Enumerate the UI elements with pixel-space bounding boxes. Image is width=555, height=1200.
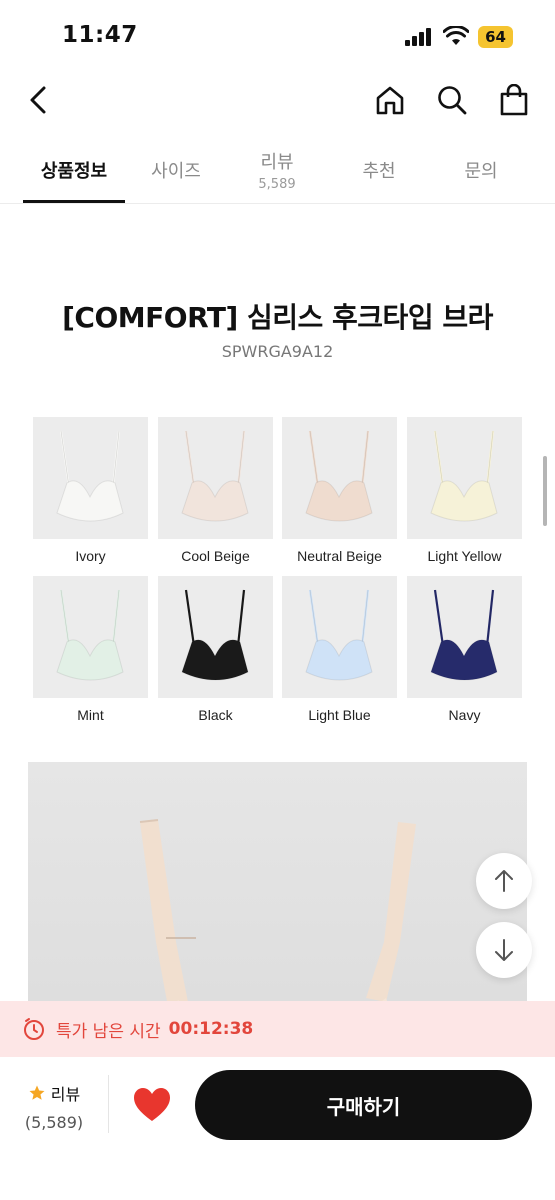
swatch-image [407, 417, 522, 539]
color-swatch[interactable]: Neutral Beige [282, 417, 397, 564]
bra-icon [430, 430, 498, 522]
tab-label: 문의 [464, 161, 498, 182]
wifi-icon [443, 26, 469, 45]
divider [108, 1075, 109, 1133]
swatch-image [407, 576, 522, 698]
bottom-action-bar: 리뷰 (5,589) 구매하기 [0, 1057, 555, 1200]
swatch-label: Light Yellow [427, 548, 502, 564]
home-icon[interactable] [370, 80, 410, 120]
tab-review-count: 5,589 [258, 177, 296, 192]
tab-recommend[interactable]: 추천 [328, 136, 430, 204]
swatch-label: Light Blue [308, 707, 371, 723]
arrow-down-icon [495, 939, 513, 961]
swatch-image [158, 576, 273, 698]
swatch-image [33, 417, 148, 539]
search-icon[interactable] [432, 80, 472, 120]
product-title: [COMFORT] 심리스 후크타입 브라 [62, 301, 493, 334]
swatch-label: Black [198, 707, 233, 723]
swatch-label: Navy [448, 707, 481, 723]
product-code: SPWRGA9A12 [221, 342, 334, 361]
scrollbar[interactable] [543, 456, 547, 526]
color-swatch[interactable]: Cool Beige [158, 417, 273, 564]
sale-timer-banner: 특가 남은 시간 00:12:38 [0, 1001, 555, 1057]
review-count: (5,589) [24, 1113, 84, 1132]
tab-label: 사이즈 [151, 161, 201, 182]
swatch-label: Cool Beige [181, 548, 250, 564]
color-swatch[interactable]: Black [158, 576, 273, 723]
swatch-image [282, 417, 397, 539]
tab-size[interactable]: 사이즈 [125, 136, 227, 204]
arrow-up-icon [495, 870, 513, 892]
bra-icon [56, 430, 124, 522]
heart-icon[interactable] [133, 1087, 171, 1123]
swatch-image [158, 417, 273, 539]
timer-value: 00:12:38 [168, 1019, 254, 1039]
active-tab-indicator [23, 200, 125, 203]
signal-icon [405, 28, 435, 46]
tab-bar: 상품정보 사이즈 리뷰 5,589 추천 문의 [0, 136, 555, 204]
color-swatch[interactable]: Light Yellow [407, 417, 522, 564]
review-label: 리뷰 [50, 1085, 81, 1104]
swatch-label: Neutral Beige [297, 548, 382, 564]
clock-icon [24, 1018, 44, 1040]
bra-icon [56, 589, 124, 681]
swatch-image [282, 576, 397, 698]
tab-label: 추천 [362, 161, 396, 182]
bra-icon [181, 430, 249, 522]
swatch-label: Ivory [75, 548, 106, 564]
tab-review[interactable]: 리뷰 5,589 [227, 136, 327, 204]
color-swatch[interactable]: Light Blue [282, 576, 397, 723]
swatch-label: Mint [77, 707, 104, 723]
bra-icon [305, 430, 373, 522]
bra-icon [181, 589, 249, 681]
status-time: 11:47 [62, 22, 138, 48]
chevron-left-icon[interactable] [18, 80, 58, 120]
scroll-top-button[interactable] [476, 853, 532, 909]
tab-inquiry[interactable]: 문의 [430, 136, 532, 204]
bra-icon [305, 589, 373, 681]
status-bar: 11:47 64 [0, 0, 555, 70]
color-swatch[interactable]: Mint [33, 576, 148, 723]
tab-product-info[interactable]: 상품정보 [23, 136, 125, 204]
nav-bar [0, 70, 555, 130]
bra-icon [430, 589, 498, 681]
star-icon [29, 1085, 45, 1100]
color-swatch[interactable]: Ivory [33, 417, 148, 564]
swatch-image [33, 576, 148, 698]
color-swatch[interactable]: Navy [407, 576, 522, 723]
timer-label: 특가 남은 시간 [56, 1021, 161, 1042]
scroll-bottom-button[interactable] [476, 922, 532, 978]
buy-button[interactable]: 구매하기 [195, 1070, 532, 1140]
battery-indicator: 64 [478, 26, 513, 48]
tab-label: 리뷰 [260, 152, 294, 173]
tab-label: 상품정보 [40, 161, 108, 182]
review-summary[interactable]: 리뷰 (5,589) [18, 1081, 90, 1132]
shopping-bag-icon[interactable] [494, 80, 534, 120]
